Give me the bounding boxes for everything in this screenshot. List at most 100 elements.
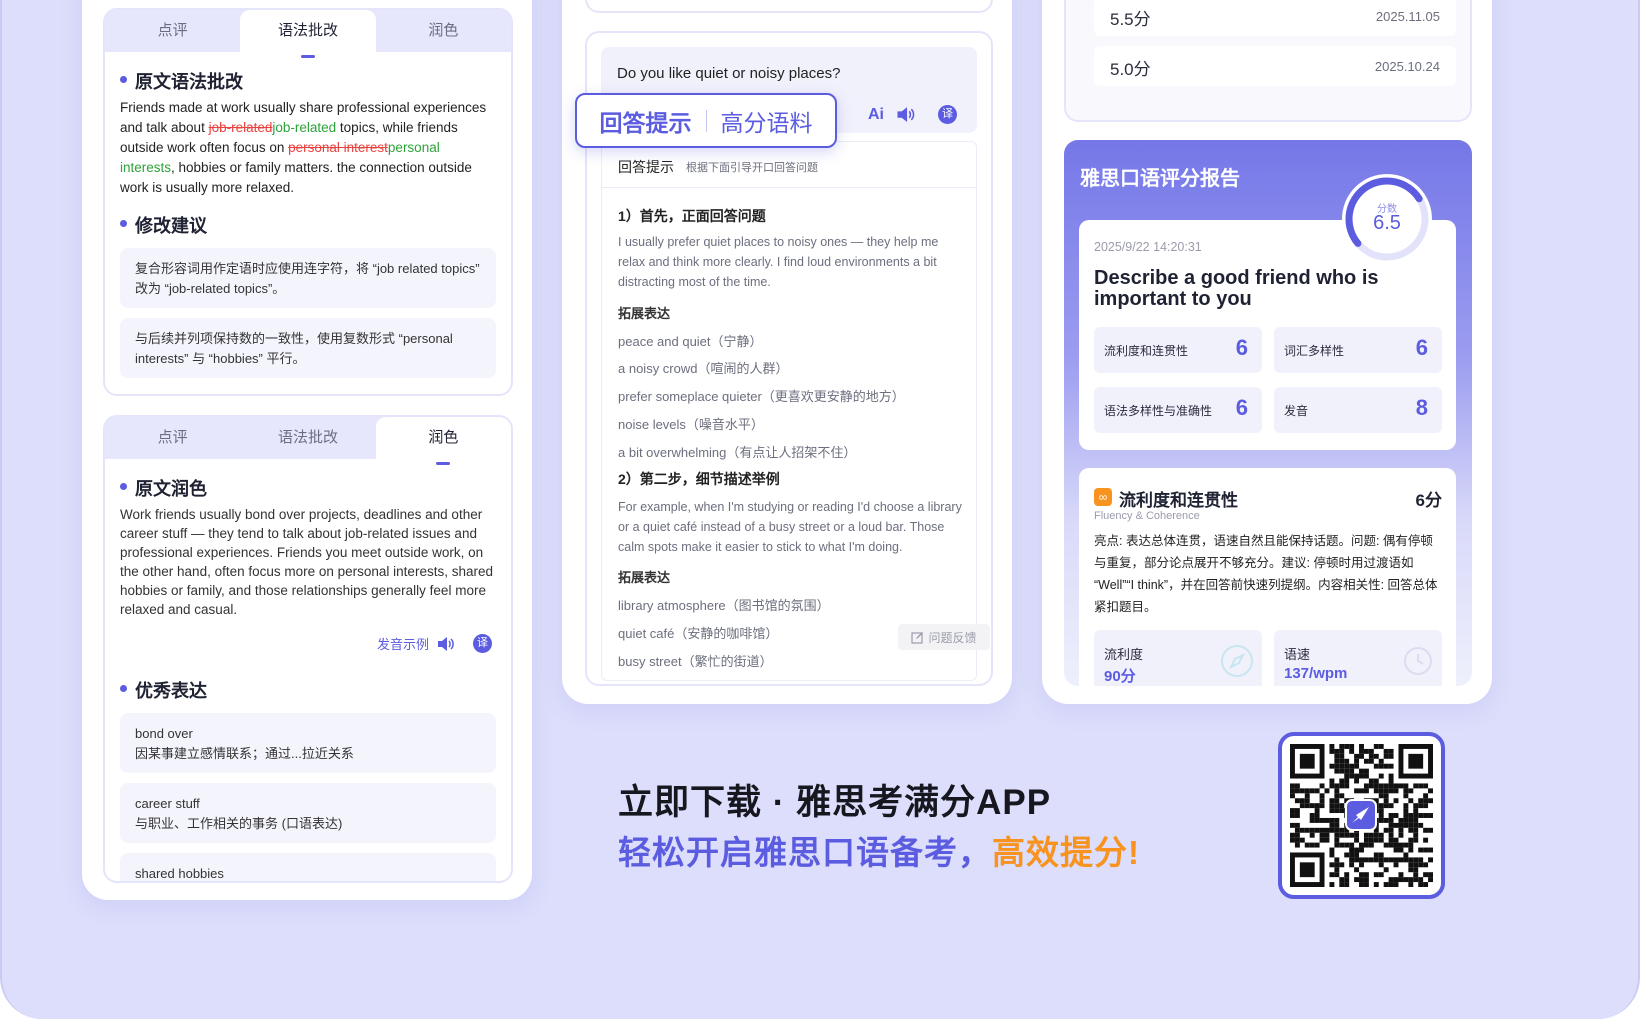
grammar-card: 点评 语法批改 润色 原文语法批改 Friends made at work u… [103,8,513,396]
metric-value: 6 [1235,335,1248,360]
metric-value: 8 [1415,395,1428,420]
expression-item: career stuff 与职业、工作相关的事务 (口语表达) [120,783,496,843]
grammar-insertion-1: job-related [272,120,337,135]
report-card: 雅思口语评分报告 2025/9/22 14:20:31 Describe a g… [1064,140,1472,686]
promo-line-1: 立即下载 · 雅思考满分APP [618,783,1052,822]
suggestion-2: 与后续并列项保持数的一致性，使用复数形式 “personal interests… [120,318,496,378]
grammar-text: Friends made at work usually share profe… [120,98,498,198]
expression-en: shared hobbies [135,866,224,881]
section-title-grammar: 原文语法批改 [120,68,243,94]
detail-score: 6分 [1415,491,1442,510]
detail-panel: ∞ 流利度和连贯性 6分 Fluency & Coherence 亮点: 表达总… [1079,468,1456,686]
question-text: Do you like quiet or noisy places? [617,65,841,82]
callout-answer-hint[interactable]: 回答提示 [600,104,692,138]
promo-line-2a: 轻松开启雅思口语备考， [618,834,992,871]
metric-item: 语法多样性与准确性 6 [1094,387,1262,433]
metric-value: 6 [1415,335,1428,360]
history-date: 2025.11.05 [1375,9,1440,24]
callout-divider [705,109,707,132]
grammar-tabs: 点评 语法批改 润色 [105,10,511,58]
speaker-icon[interactable] [437,636,455,652]
pronunciation-example-link[interactable]: 发音示例 [377,634,429,653]
promo-line-2b: 高效提分! [992,834,1140,871]
edit-icon [911,631,924,644]
translate-icon[interactable]: 译 [473,634,493,653]
extend-item: library atmosphere（图书馆的氛围） [618,598,830,613]
step-2-title: 2）第二步，细节描述举例 [618,471,780,487]
metric-value: 6 [1235,395,1248,420]
hint-subtitle: 根据下面引导开口回答问题 [686,162,818,174]
grammar-deletion-1: job-related [208,120,273,135]
promo-page: 点评 语法批改 润色 原文语法批改 Friends made at work u… [0,0,1640,1019]
expression-en: bond over [135,726,193,741]
expression-item: shared hobbies [120,853,496,881]
tab-polish[interactable]: 润色 [375,417,511,465]
metric-item: 词汇多样性 6 [1274,327,1442,373]
detail-text: 亮点: 表达总体连贯，语速自然且能保持话题。问题: 偶有停顿与重复，部分论点展开… [1094,534,1438,614]
tab-review[interactable]: 点评 [105,417,240,459]
speed-stat-label: 语速 [1284,647,1311,662]
detail-subtitle: Fluency & Coherence [1094,510,1200,522]
metric-item: 发音 8 [1274,387,1442,433]
tab-polish[interactable]: 润色 [376,10,511,52]
section-title-suggestions: 修改建议 [120,212,207,238]
history-score: 5.0分 [1110,60,1151,79]
clock-icon [1404,647,1432,675]
speaker-icon[interactable] [896,106,916,123]
extend-item: peace and quiet（宁静） [618,334,763,349]
history-card: 5.5分 2025.11.05 5.0分 2025.10.24 [1064,0,1472,122]
metric-label: 流利度和连贯性 [1104,344,1189,358]
section-title-expressions: 优秀表达 [120,677,207,703]
hint-title: 回答提示 [618,159,674,175]
score-gauge: 分数 6.5 [1342,174,1432,264]
step-1-title: 1）首先，正面回答问题 [618,208,766,224]
speed-stat-value: 137/wpm [1284,665,1348,682]
fluency-stat-value: 90分 [1104,668,1136,685]
extend-item: a noisy crowd（喧闹的人群） [618,361,789,376]
ai-button[interactable]: Ai [868,106,884,124]
pronunciation-row: 发音示例 译 [377,634,493,653]
tab-review[interactable]: 点评 [105,10,240,52]
grammar-deletion-2: personal interest [288,140,388,155]
extend-item: noise levels（噪音水平） [618,417,764,432]
translate-icon[interactable]: 译 [938,105,957,124]
qr-code[interactable] [1278,732,1445,899]
history-date: 2025.10.24 [1374,59,1440,74]
expression-zh: 因某事建立感情联系；通过...拉近关系 [135,746,354,761]
left-phone: 点评 语法批改 润色 原文语法批改 Friends made at work u… [82,0,532,900]
tab-grammar[interactable]: 语法批改 [240,417,375,459]
feedback-label: 问题反馈 [928,630,977,645]
metric-label: 发音 [1284,404,1309,418]
toolbar: Ai 译 [868,105,957,124]
promo-line-2: 轻松开启雅思口语备考，高效提分! [618,826,1140,874]
report-title: 雅思口语评分报告 [1080,168,1240,190]
history-item[interactable]: 5.0分 2025.10.24 [1094,46,1456,86]
fluency-stat: 流利度 90分 [1094,630,1262,686]
feedback-button[interactable]: 问题反馈 [898,624,990,650]
previous-card [585,0,993,13]
extend-item: a bit overwhelming（有点让人招架不住） [618,445,857,460]
metric-label: 语法多样性与准确性 [1104,404,1213,418]
extend-item: quiet café（安静的咖啡馆） [618,626,779,641]
answer-2: For example, when I'm studying or readin… [618,500,962,554]
detail-title: 流利度和连贯性 [1119,491,1238,510]
polish-tabs: 点评 语法批改 润色 [105,417,511,465]
compass-icon [1221,645,1253,677]
polish-card: 点评 语法批改 润色 原文润色 Work friends usually bon… [103,415,513,883]
history-score: 5.5分 [1110,10,1151,29]
callout-high-score[interactable]: 高分语料 [721,104,813,138]
hint-panel: 回答提示 根据下面引导开口回答问题 1）首先，正面回答问题 I usually … [601,141,990,681]
expression-item: bond over 因某事建立感情联系；通过...拉近关系 [120,713,496,773]
extend-title-2: 拓展表达 [618,570,671,585]
extend-title-1: 拓展表达 [618,306,671,321]
grammar-text-3: , hobbies or family matters. the connect… [120,160,472,195]
history-item[interactable]: 5.5分 2025.11.05 [1094,0,1456,36]
extend-item: prefer someplace quieter（更喜欢更安静的地方） [618,389,905,404]
answer-callout: 回答提示 高分语料 [575,93,837,148]
expression-zh: 与职业、工作相关的事务 (口语表达) [135,816,343,831]
tab-grammar[interactable]: 语法批改 [240,10,376,58]
answer-1: I usually prefer quiet places to noisy o… [618,235,939,289]
speed-stat: 语速 137/wpm [1274,630,1442,686]
report-date: 2025/9/22 14:20:31 [1094,240,1202,254]
metric-item: 流利度和连贯性 6 [1094,327,1262,373]
